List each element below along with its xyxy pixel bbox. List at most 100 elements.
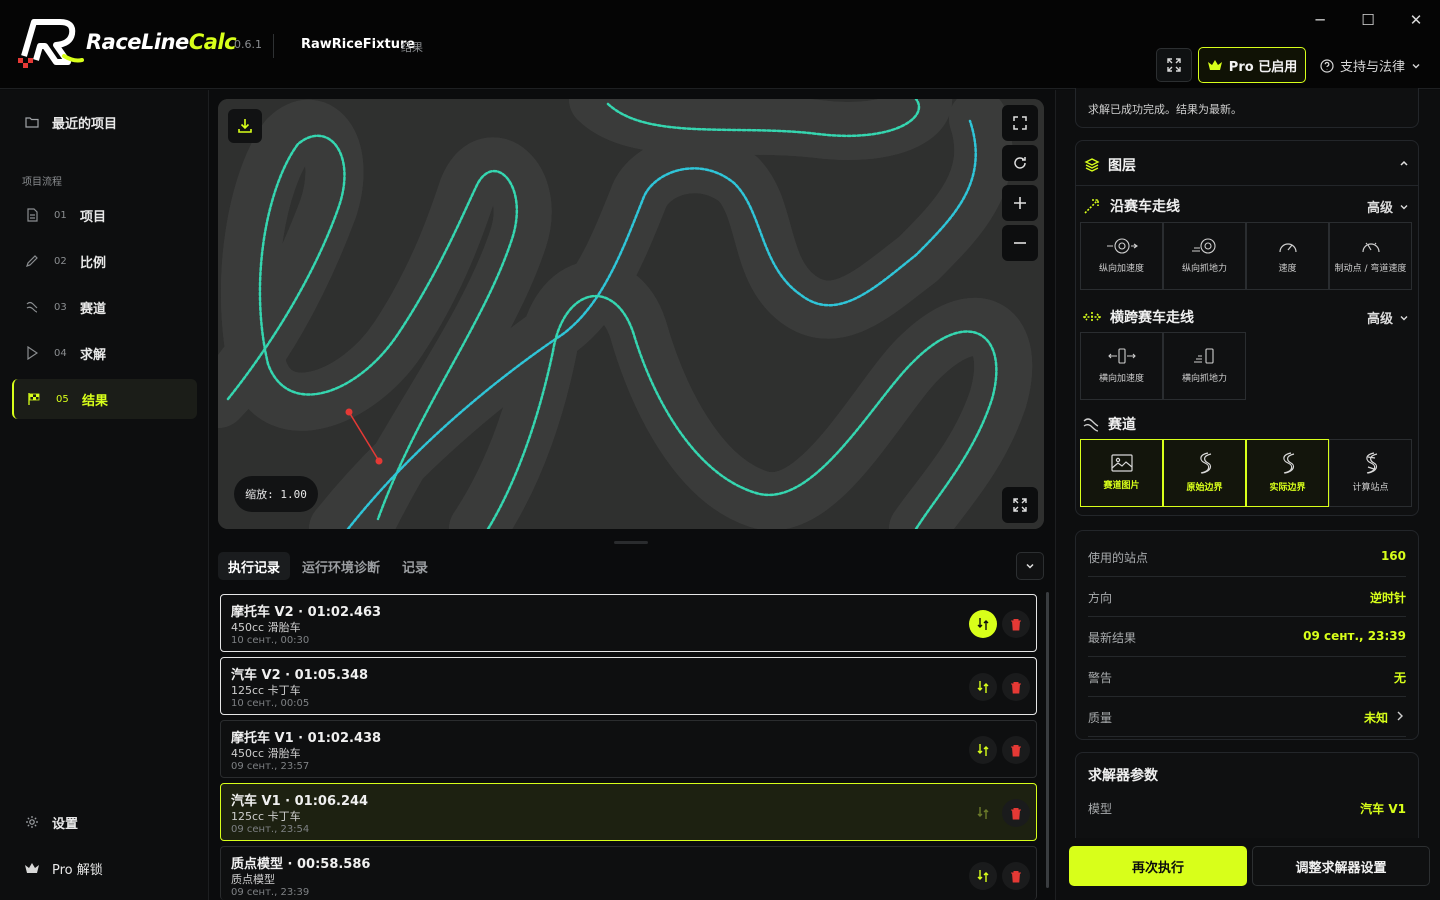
delete-run-button[interactable]	[1002, 862, 1030, 890]
run-title: 质点模型 · 00:58.586	[231, 857, 371, 872]
expand-icon	[1013, 498, 1027, 512]
rerun-button[interactable]: 再次执行	[1069, 846, 1247, 886]
crown-icon	[1207, 60, 1222, 70]
panel-resize-handle[interactable]	[614, 541, 648, 544]
reset-view-button[interactable]	[1002, 145, 1038, 181]
compare-icon	[977, 681, 989, 693]
close-window-button[interactable]: ✕	[1405, 10, 1427, 30]
stat-latest-result: 最新结果 09 сент., 23:39	[1088, 617, 1406, 657]
delete-run-button[interactable]	[1002, 799, 1030, 827]
trash-icon	[1011, 618, 1021, 630]
delete-run-button[interactable]	[1002, 736, 1030, 764]
track-layers-header: 赛道	[1082, 414, 1136, 434]
track-map[interactable]	[218, 99, 1044, 529]
app-name: RaceLineCalc	[86, 30, 237, 54]
arrows-horizontal-icon	[1082, 312, 1102, 322]
layer-raw-boundaries[interactable]: 原始边界	[1163, 439, 1246, 507]
compare-icon	[977, 744, 989, 756]
run-timestamp: 10 сент., 00:05	[231, 698, 310, 709]
compare-button[interactable]	[969, 610, 997, 638]
minimize-button[interactable]: ─	[1309, 10, 1331, 30]
tab-environment-diagnostics[interactable]: 运行环境诊断	[292, 552, 390, 580]
delete-run-button[interactable]	[1002, 673, 1030, 701]
sidebar-item-label: 求解	[80, 347, 107, 363]
layer-longitudinal-acceleration[interactable]: 纵向加速度	[1080, 222, 1163, 290]
recent-projects-button[interactable]: 最近的项目	[12, 102, 197, 142]
trash-icon	[1011, 744, 1021, 756]
run-item[interactable]: 质点模型 · 00:58.586 质点模型 09 сент., 23:39	[220, 846, 1037, 900]
solver-params-title: 求解器参数	[1088, 768, 1158, 784]
layer-lateral-grip[interactable]: 横向抓地力	[1163, 332, 1246, 400]
collapse-log-button[interactable]	[1016, 552, 1044, 580]
layer-speed[interactable]: 速度	[1246, 222, 1329, 290]
maximize-button[interactable]: ☐	[1357, 10, 1379, 30]
across-advanced-toggle[interactable]: 高级	[1367, 308, 1409, 327]
layer-lateral-acceleration[interactable]: 横向加速度	[1080, 332, 1163, 400]
sidebar-item-track[interactable]: 03 赛道	[12, 287, 197, 327]
track-canvas[interactable]	[218, 99, 1044, 529]
compare-button[interactable]	[969, 736, 997, 764]
delete-run-button[interactable]	[1002, 610, 1030, 638]
pro-enabled-button[interactable]: Pro 已启用	[1198, 47, 1306, 83]
export-image-button[interactable]	[228, 109, 262, 143]
adjust-solver-settings-button[interactable]: 调整求解器设置	[1252, 846, 1430, 886]
chevron-up-icon[interactable]	[1398, 157, 1410, 169]
solver-model: 模型 汽车 V1	[1088, 802, 1406, 816]
run-item[interactable]: 摩托车 V1 · 01:02.438 450cc 滑胎车 09 сент., 2…	[220, 720, 1037, 778]
run-vehicle: 质点模型	[231, 873, 275, 886]
runs-scrollbar[interactable]	[1046, 592, 1049, 888]
layer-computation-stations[interactable]: 计算站点	[1329, 439, 1412, 507]
layer-track-image[interactable]: 赛道图片	[1080, 439, 1163, 507]
zoom-level: 缩放: 1.00	[234, 476, 318, 512]
chevron-right-icon	[1397, 711, 1403, 721]
stat-stations-used: 使用的站点 160	[1088, 537, 1406, 577]
pro-unlock-label: Pro 解锁	[52, 862, 103, 878]
fit-view-button[interactable]	[1002, 105, 1038, 141]
layers-icon	[1084, 158, 1100, 172]
layers-title: 图层	[1108, 158, 1136, 174]
compare-button[interactable]	[969, 799, 997, 827]
zoom-in-button[interactable]	[1002, 185, 1038, 221]
layers-header[interactable]: 图层	[1084, 155, 1136, 175]
sidebar-item-scale[interactable]: 02 比例	[12, 241, 197, 281]
stat-quality[interactable]: 质量 未知	[1088, 697, 1406, 737]
sidebar-item-label: 结果	[82, 393, 109, 409]
support-legal-menu[interactable]: 支持与法律	[1320, 56, 1421, 75]
run-vehicle: 125cc 卡丁车	[231, 810, 301, 823]
refresh-icon	[1014, 157, 1026, 169]
run-item-active[interactable]: 汽车 V1 · 01:06.244 125cc 卡丁车 09 сент., 23…	[220, 783, 1037, 841]
pencil-icon	[24, 253, 40, 269]
fullscreen-button[interactable]	[1156, 48, 1192, 82]
sidebar-item-project[interactable]: 01 项目	[12, 195, 197, 235]
run-item[interactable]: 摩托车 V2 · 01:02.463 450cc 滑胎车 10 сент., 0…	[220, 594, 1037, 652]
along-title: 沿赛车走线	[1110, 199, 1180, 215]
curve-icon	[1199, 452, 1211, 474]
pro-unlock-button[interactable]: Pro 解锁	[12, 848, 197, 888]
run-timestamp: 09 сент., 23:39	[231, 887, 310, 898]
layer-longitudinal-grip[interactable]: 纵向抓地力	[1163, 222, 1246, 290]
layer-actual-boundaries[interactable]: 实际边界	[1246, 439, 1329, 507]
stat-warnings: 警告无	[1088, 657, 1406, 697]
zoom-out-button[interactable]	[1002, 225, 1038, 261]
solve-status: 求解已成功完成。结果为最新。	[1088, 103, 1242, 116]
compare-button[interactable]	[969, 673, 997, 701]
lateral-grip-icon	[1193, 348, 1214, 364]
fit-icon	[1013, 116, 1027, 130]
stat-direction: 方向 逆时针	[1088, 577, 1406, 617]
sidebar-item-results[interactable]: 05 结果	[12, 379, 197, 419]
sidebar-item-solve[interactable]: 04 求解	[12, 333, 197, 373]
chevron-down-icon	[1412, 63, 1420, 68]
maximize-map-button[interactable]	[1002, 487, 1038, 523]
settings-button[interactable]: 设置	[12, 802, 197, 842]
run-item[interactable]: 汽车 V2 · 01:05.348 125cc 卡丁车 10 сент., 00…	[220, 657, 1037, 715]
stations-icon	[1365, 452, 1377, 474]
track-icon	[24, 299, 40, 315]
along-advanced-toggle[interactable]: 高级	[1367, 197, 1409, 216]
compare-icon	[977, 618, 989, 630]
run-timestamp: 09 сент., 23:54	[231, 824, 310, 835]
trash-icon	[1011, 681, 1021, 693]
tab-records[interactable]: 记录	[392, 552, 438, 580]
compare-button[interactable]	[969, 862, 997, 890]
tab-execution-log[interactable]: 执行记录	[218, 552, 291, 580]
layer-braking-points[interactable]: 制动点 / 弯道速度	[1329, 222, 1412, 290]
